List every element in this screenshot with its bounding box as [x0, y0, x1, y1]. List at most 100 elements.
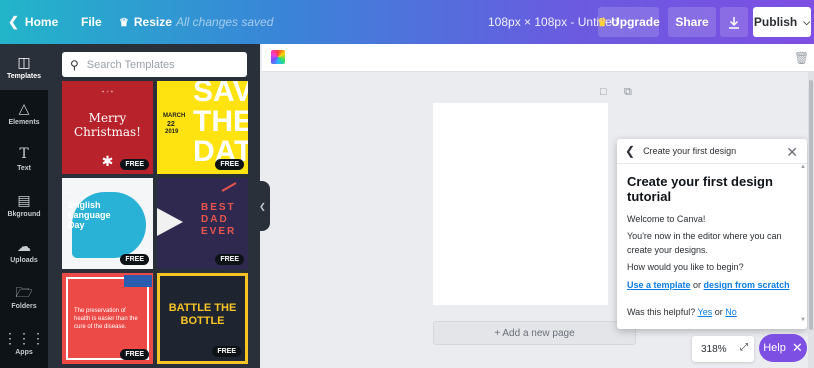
or-text: or	[690, 280, 704, 290]
tutorial-header-label: Create your first design	[643, 146, 737, 156]
editor-toolbar	[262, 44, 814, 72]
megaphone-shape	[157, 208, 183, 236]
template-title: BATTLE THE	[168, 302, 237, 314]
tutorial-text: Welcome to Canva!	[627, 214, 706, 224]
upgrade-button[interactable]: ♛ Upgrade	[597, 7, 660, 37]
design-canvas[interactable]	[433, 103, 608, 305]
chevron-left-icon[interactable]: ❮	[625, 144, 635, 158]
helpful-question: Was this helpful?	[627, 307, 698, 317]
rail-item-label: Text	[17, 164, 31, 172]
rail-item-uploads[interactable]: ☁ Uploads	[0, 228, 48, 274]
yes-link[interactable]: Yes	[698, 307, 713, 317]
no-link[interactable]: No	[725, 307, 737, 317]
use-template-link[interactable]: Use a template	[627, 280, 691, 290]
free-badge: FREE	[212, 346, 241, 357]
template-best-dad-ever[interactable]: BEST DAD EVER FREE	[157, 178, 248, 269]
download-icon	[729, 16, 739, 29]
free-badge: FREE	[120, 254, 149, 265]
tutorial-text: You're now in the editor where you can c…	[627, 231, 782, 255]
template-merry-christmas[interactable]: ✦ ✧ ✦ Merry Christmas! ✱ FREE	[62, 81, 153, 174]
crown-icon: ♛	[597, 16, 608, 29]
rail-item-label: Folders	[11, 302, 37, 310]
templates-icon: ◫	[17, 53, 31, 70]
publish-button[interactable]: Publish ⌵	[753, 7, 811, 37]
tutorial-header: ❮ Create your first design ✕	[617, 139, 807, 164]
color-picker-button[interactable]	[271, 50, 285, 64]
top-bar: ❮ Home File ♛ Resize All changes saved 1…	[0, 0, 814, 44]
rail-item-templates[interactable]: ◫ Templates	[0, 44, 48, 90]
template-date: MARCH	[163, 113, 186, 119]
trash-icon[interactable]: 🗑	[794, 51, 809, 65]
download-button[interactable]	[720, 7, 748, 37]
rail-item-text[interactable]: T Text	[0, 136, 48, 182]
expand-icon[interactable]: ⤢	[740, 342, 748, 353]
background-icon: ▤	[17, 191, 31, 208]
template-title: BOTTLE	[180, 315, 225, 327]
decor-text: ✦ ✧ ✦	[101, 89, 114, 94]
template-title: THE	[193, 105, 248, 138]
resize-button[interactable]: ♛ Resize	[119, 0, 172, 44]
collapse-panel-button[interactable]: ❮	[255, 181, 270, 231]
upgrade-label: Upgrade	[611, 15, 660, 29]
file-menu-button[interactable]: File	[81, 0, 102, 44]
scrollbar-thumb[interactable]	[809, 80, 813, 330]
tutorial-title: Create your first design tutorial	[627, 174, 773, 204]
template-date: 2019	[165, 129, 179, 135]
publish-label: Publish	[753, 15, 798, 29]
rail-item-label: Uploads	[10, 256, 38, 264]
template-title: EVER	[201, 226, 237, 237]
duplicate-page-icon[interactable]: ⧉	[624, 86, 632, 99]
side-rail: ◫ Templates △ Elements T Text ▤ Bkground…	[0, 44, 48, 368]
tutorial-popup: ❮ Create your first design ✕ Create your…	[617, 139, 807, 329]
folder-icon: 🗁	[15, 283, 33, 300]
logo-block	[124, 275, 152, 287]
template-title: English	[68, 200, 101, 210]
rail-item-folders[interactable]: 🗁 Folders	[0, 274, 48, 320]
close-icon[interactable]: ✕	[786, 144, 798, 161]
template-quote: The preservation of health is easier tha…	[74, 308, 138, 330]
rail-item-apps[interactable]: ⋮⋮⋮ Apps	[0, 320, 48, 366]
search-input[interactable]	[86, 58, 237, 71]
template-save-the-date[interactable]: SAVE THE DATE MARCH 22 2019 FREE	[157, 81, 248, 174]
zoom-level: 318%	[701, 343, 727, 355]
home-button[interactable]: ❮ Home	[8, 0, 58, 44]
decor-line	[221, 182, 237, 192]
rail-item-label: Templates	[6, 72, 42, 80]
scroll-down-icon[interactable]: ▼	[800, 317, 806, 323]
notes-icon[interactable]: □	[600, 86, 607, 98]
help-button[interactable]: Help ✕	[759, 334, 807, 362]
save-status: All changes saved	[176, 15, 274, 29]
home-label: Home	[24, 15, 59, 29]
chevron-left-icon: ❮	[8, 14, 19, 29]
scroll-up-icon[interactable]: ▲	[800, 164, 806, 170]
tutorial-feedback: Was this helpful? Yes or No	[627, 305, 799, 319]
template-title: BEST	[201, 202, 236, 213]
template-title: DAD	[201, 214, 229, 225]
zoom-control[interactable]: 318% ⤢	[692, 336, 754, 362]
design-from-scratch-link[interactable]: design from scratch	[704, 280, 790, 290]
crown-icon: ♛	[119, 16, 129, 29]
add-page-button[interactable]: + Add a new page	[433, 321, 636, 345]
template-title: Christmas!	[74, 125, 141, 139]
rail-item-label: Elements	[8, 118, 40, 126]
apps-icon: ⋮⋮⋮	[3, 329, 45, 346]
rail-item-background[interactable]: ▤ Bkground	[0, 182, 48, 228]
template-english-language-day[interactable]: • • • English Language Day FREE	[62, 178, 153, 269]
template-date: 22	[167, 121, 175, 128]
tutorial-text: How would you like to begin?	[627, 262, 744, 272]
upload-icon: ☁	[17, 237, 31, 254]
rail-item-elements[interactable]: △ Elements	[0, 90, 48, 136]
chevron-down-icon: ⌵	[803, 16, 811, 27]
elements-icon: △	[18, 99, 30, 116]
chevron-left-icon: ❮	[259, 201, 266, 211]
help-label: Help	[763, 342, 786, 354]
close-icon: ✕	[791, 340, 803, 355]
search-icon: ⚲	[70, 57, 79, 72]
template-health-quote[interactable]: The preservation of health is easier tha…	[62, 273, 153, 364]
template-title: Day	[68, 220, 85, 230]
share-button[interactable]: Share	[668, 7, 716, 37]
text-icon: T	[19, 145, 29, 162]
search-box[interactable]: ⚲	[62, 52, 247, 77]
free-badge: FREE	[215, 254, 244, 265]
template-battle-the-bottle[interactable]: BATTLE THE BOTTLE FREE	[157, 273, 248, 364]
